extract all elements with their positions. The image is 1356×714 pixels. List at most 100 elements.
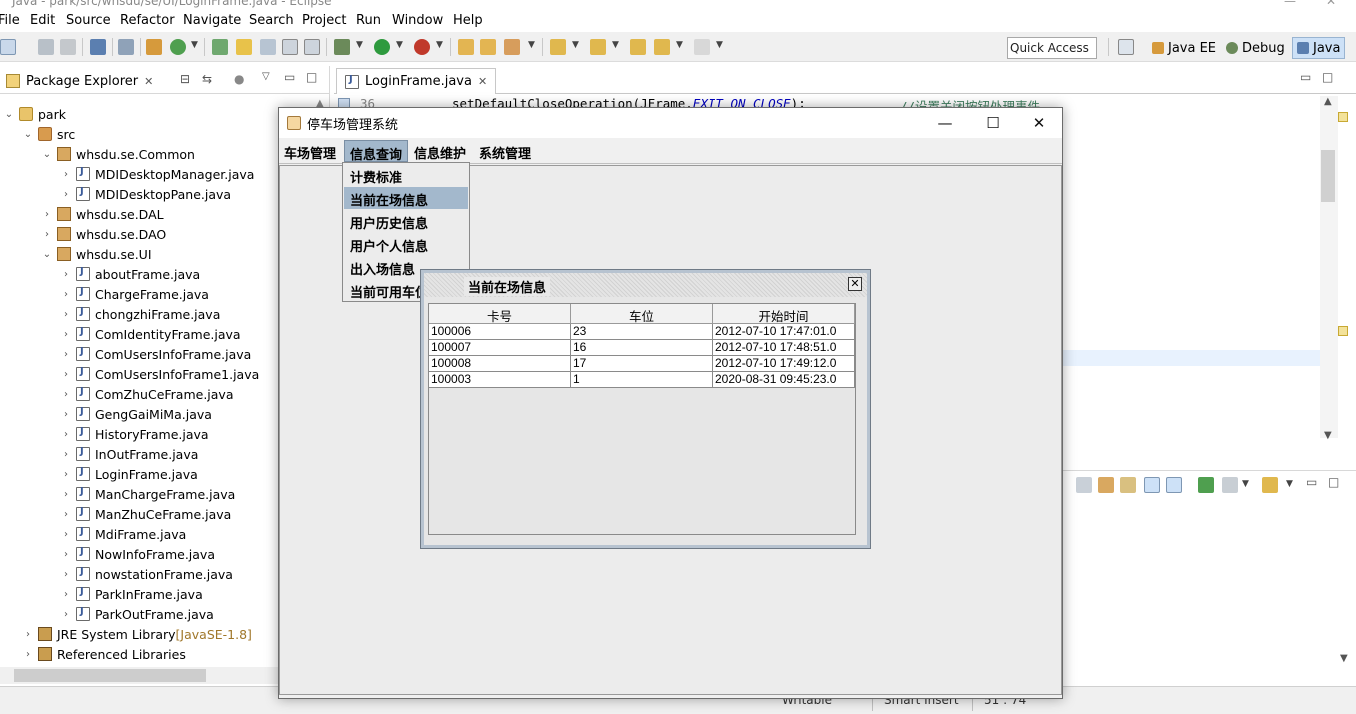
clear-console-icon[interactable] [1076,477,1092,493]
open-console-icon[interactable] [1262,477,1278,493]
save-icon[interactable] [38,39,54,55]
perspective-java[interactable]: Java [1292,37,1346,59]
cell-card-no[interactable]: 100006 [429,324,571,340]
tree-item[interactable]: › ParkOutFrame.java [59,604,214,624]
tree-item[interactable]: › MDIDesktopManager.java [59,164,254,184]
menu-item-billing-standard[interactable]: 计费标准 [344,164,468,186]
tree-item[interactable]: › MdiFrame.java [59,524,186,544]
menu-system-management[interactable]: 系统管理 [474,140,536,162]
run-icon[interactable] [374,39,390,55]
column-header-card-no[interactable]: 卡号 [429,304,571,324]
view-menu-icon[interactable]: ▽ [262,71,270,82]
tree-item[interactable]: › HistoryFrame.java [59,424,209,444]
cell-start-time[interactable]: 2012-07-10 17:47:01.0 [713,324,855,340]
menu-refactor[interactable]: Refactor [120,13,175,28]
chevron-right-icon[interactable]: › [59,329,73,340]
tree-item[interactable]: ⌄ src [21,124,75,144]
tree-item[interactable]: ⌄ whsdu.se.Common [40,144,195,164]
menu-window[interactable]: Window [392,13,443,28]
chevron-right-icon[interactable]: › [59,389,73,400]
maximize-view-icon[interactable]: □ [1322,70,1333,84]
chevron-right-icon[interactable]: › [59,289,73,300]
chevron-right-icon[interactable]: › [59,549,73,560]
menu-item-user-history[interactable]: 用户历史信息 [344,210,468,232]
scroll-down-icon[interactable]: ▼ [1324,430,1332,441]
collapse-all-icon[interactable]: ⊟ [180,72,190,86]
tree-item[interactable]: › nowstationFrame.java [59,564,233,584]
new-icon[interactable] [0,39,16,55]
chevron-down-icon[interactable]: ⌄ [21,129,35,140]
tab-package-explorer[interactable]: Package Explorer ✕ [0,68,159,94]
skip-breakpoints-icon[interactable] [118,39,134,55]
maximize-icon[interactable]: ☐ [973,112,1013,134]
next-edit-icon[interactable] [550,39,566,55]
tab-loginframe[interactable]: LoginFrame.java ✕ [336,68,497,94]
chevron-down-icon[interactable]: ▼ [191,40,198,50]
editor-vscrollbar[interactable] [1320,96,1338,438]
menu-info-maintenance[interactable]: 信息维护 [409,140,471,162]
tree-item[interactable]: › whsdu.se.DAO [40,224,166,244]
menu-item-user-profile[interactable]: 用户个人信息 [344,233,468,255]
new-package-icon[interactable] [146,39,162,55]
terminal-icon[interactable] [90,39,106,55]
cell-card-no[interactable]: 100008 [429,356,571,372]
overview-marker-icon[interactable] [1338,326,1348,336]
menu-edit[interactable]: Edit [30,13,55,28]
menu-navigate[interactable]: Navigate [183,13,241,28]
tree-item[interactable]: › ComUsersInfoFrame1.java [59,364,259,384]
tree-item[interactable]: › InOutFrame.java [59,444,198,464]
chevron-right-icon[interactable]: › [59,189,73,200]
tree-item[interactable]: › Referenced Libraries [21,644,186,664]
chevron-down-icon[interactable]: ▼ [572,40,579,50]
chevron-right-icon[interactable]: › [59,369,73,380]
quick-access-input[interactable]: Quick Access [1007,37,1097,59]
search-icon[interactable] [504,39,520,55]
close-icon[interactable]: ✕ [848,277,862,291]
chevron-right-icon[interactable]: › [59,489,73,500]
maximize-view-icon[interactable]: □ [1328,475,1339,489]
cell-card-no[interactable]: 100007 [429,340,571,356]
menu-search[interactable]: Search [249,13,294,28]
chevron-right-icon[interactable]: › [59,469,73,480]
tree-item[interactable]: › ManChargeFrame.java [59,484,235,504]
close-icon[interactable]: ✕ [1326,0,1336,8]
chevron-down-icon[interactable]: ⌄ [40,149,54,160]
chevron-down-icon[interactable]: ▼ [436,40,443,50]
cell-spot[interactable]: 17 [571,356,713,372]
back-icon[interactable] [654,39,670,55]
external-tools-icon[interactable] [414,39,430,55]
cell-start-time[interactable]: 2020-08-31 09:45:23.0 [713,372,855,388]
perspective-debug[interactable]: Debug [1222,37,1289,59]
display-console-icon[interactable] [1222,477,1238,493]
debug-icon[interactable] [334,39,350,55]
cell-spot[interactable]: 16 [571,340,713,356]
scroll-lock-icon[interactable] [1098,477,1114,493]
column-header-spot[interactable]: 车位 [571,304,713,324]
tree-item[interactable]: › ChargeFrame.java [59,284,209,304]
chevron-down-icon[interactable]: ▼ [676,40,683,50]
tree-item[interactable]: › ComZhuCeFrame.java [59,384,234,404]
close-icon[interactable]: ✕ [144,75,153,88]
last-edit-icon[interactable] [630,39,646,55]
scroll-down-icon[interactable]: ▼ [1340,653,1348,664]
chevron-right-icon[interactable]: › [40,229,54,240]
new-class-icon[interactable] [170,39,186,55]
tree-item[interactable]: › ComIdentityFrame.java [59,324,241,344]
word-wrap-icon[interactable] [1120,477,1136,493]
open-project-icon[interactable] [458,39,474,55]
tree-item[interactable]: › LoginFrame.java [59,464,198,484]
scroll-up-icon[interactable]: ▲ [1324,96,1332,107]
minimize-view-icon[interactable]: ▭ [1300,70,1311,84]
tree-item[interactable]: ⌄ park [2,104,66,124]
tree-item[interactable]: › ComUsersInfoFrame.java [59,344,251,364]
chevron-right-icon[interactable]: › [59,269,73,280]
menu-parking-management[interactable]: 车场管理 [279,140,341,162]
menu-run[interactable]: Run [356,13,381,28]
mark-occurrences-icon[interactable] [236,39,252,55]
chevron-right-icon[interactable]: › [21,649,35,660]
chevron-right-icon[interactable]: › [59,609,73,620]
overview-marker-icon[interactable] [1338,112,1348,122]
chevron-down-icon[interactable]: ▼ [716,40,723,50]
minimize-view-icon[interactable]: ▭ [1306,475,1317,489]
cell-spot[interactable]: 23 [571,324,713,340]
